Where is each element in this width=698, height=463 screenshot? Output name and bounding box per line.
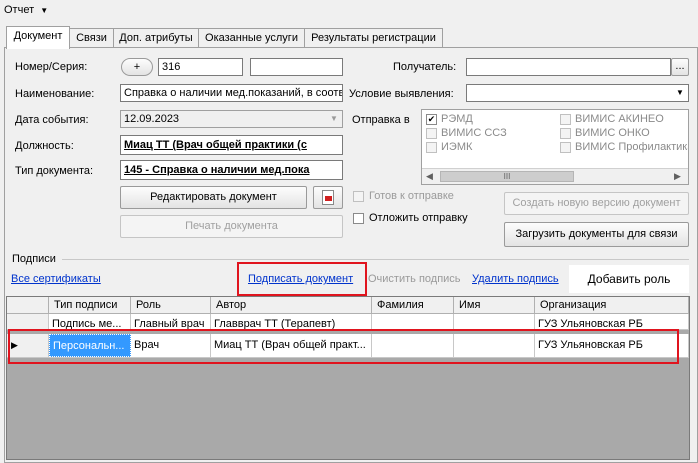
pdf-export-button[interactable]: [313, 186, 343, 209]
position-label: Должность:: [15, 140, 74, 152]
send-target-vimis-prof[interactable]: ВИМИС Профилактика: [560, 141, 688, 153]
print-document-button[interactable]: Печать документа: [120, 215, 343, 238]
menu-bar: Отчет ▼: [0, 0, 698, 22]
add-number-button[interactable]: +: [121, 58, 153, 76]
signatures-divider: [62, 259, 689, 260]
sign-document-link[interactable]: Подписать документ: [248, 273, 353, 285]
send-target-remd[interactable]: ✔ РЭМД: [426, 113, 473, 125]
menu-report-label: Отчет: [4, 4, 35, 16]
send-target-vimis-ssz[interactable]: ВИМИС ССЗ: [426, 127, 507, 139]
row-header-cell: [7, 314, 49, 329]
checkbox-icon: [353, 190, 364, 202]
tab-extra-attributes[interactable]: Доп. атрибуты: [113, 28, 199, 48]
number-label: Номер/Серия:: [15, 61, 88, 73]
position-input[interactable]: Миац ТТ (Врач общей практики (с: [120, 135, 343, 155]
scroll-right-icon[interactable]: ▶: [674, 171, 681, 182]
clear-signature-link[interactable]: Очистить подпись: [368, 273, 461, 285]
edit-document-button[interactable]: Редактировать документ: [120, 186, 307, 209]
series-input[interactable]: [250, 58, 343, 76]
checkbox-icon: [560, 127, 571, 139]
recipient-label: Получатель:: [393, 61, 457, 73]
column-header-first-name[interactable]: Имя: [454, 297, 535, 314]
postpone-send-checkbox[interactable]: Отложить отправку: [353, 212, 468, 224]
cell-signature-type[interactable]: Подпись ме...: [49, 314, 131, 329]
cell-last-name[interactable]: [372, 314, 454, 329]
checkbox-icon: [426, 127, 437, 139]
table-row-selected[interactable]: ▶ Персональн... Врач Миац ТТ (Врач общей…: [7, 334, 689, 358]
doc-type-input[interactable]: 145 - Справка о наличии мед.пока: [120, 160, 343, 180]
row-header-cell: ▶: [7, 334, 49, 357]
send-target-vimis-onko[interactable]: ВИМИС ОНКО: [560, 127, 650, 139]
cell-role[interactable]: Врач: [131, 334, 211, 357]
create-version-button[interactable]: Создать новую версию документ: [504, 192, 689, 215]
pdf-document-icon: [322, 190, 334, 205]
cell-role[interactable]: Главный врач: [131, 314, 211, 329]
event-date-label: Дата события:: [15, 114, 89, 126]
column-header-author[interactable]: Автор: [211, 297, 372, 314]
horizontal-scrollbar[interactable]: ◀ III ▶: [422, 168, 688, 184]
recipient-input[interactable]: [466, 58, 671, 76]
doc-type-label: Тип документа:: [15, 165, 94, 177]
tab-registration-results[interactable]: Результаты регистрации: [304, 28, 443, 48]
column-header-signature-type[interactable]: Тип подписи: [49, 297, 131, 314]
current-row-arrow-icon: ▶: [11, 340, 18, 350]
tab-services[interactable]: Оказанные услуги: [198, 28, 305, 48]
send-target-iemk[interactable]: ИЭМК: [426, 141, 472, 153]
ready-to-send-checkbox[interactable]: Готов к отправке: [353, 190, 454, 202]
tab-document[interactable]: Документ: [6, 26, 70, 49]
chevron-down-icon: ▼: [676, 88, 684, 97]
cell-first-name[interactable]: [454, 334, 535, 357]
chevron-down-icon: ▼: [40, 6, 49, 15]
name-label: Наименование:: [15, 88, 95, 100]
condition-label: Условие выявления:: [349, 88, 454, 100]
send-target-vimis-akineo[interactable]: ВИМИС АКИНЕО: [560, 113, 664, 125]
cell-author[interactable]: Миац ТТ (Врач общей практ...: [211, 334, 372, 357]
all-certificates-link[interactable]: Все сертификаты: [11, 273, 101, 285]
send-targets-list: ✔ РЭМД ВИМИС АКИНЕО ВИМИС ССЗ ВИМИС ОНКО…: [421, 109, 689, 185]
checkbox-icon: [560, 141, 571, 153]
scroll-thumb[interactable]: III: [440, 171, 574, 182]
delete-signature-link[interactable]: Удалить подпись: [472, 273, 559, 285]
scroll-left-icon[interactable]: ◀: [426, 171, 433, 182]
plus-icon: +: [133, 61, 141, 73]
checkbox-checked-icon: ✔: [426, 113, 437, 125]
event-date-value: 12.09.2023: [124, 113, 180, 125]
condition-select[interactable]: ▼: [466, 84, 689, 102]
menu-report[interactable]: Отчет ▼: [4, 4, 48, 16]
number-input[interactable]: 316: [158, 58, 243, 76]
cell-author[interactable]: Главврач ТТ (Терапевт): [211, 314, 372, 329]
cell-last-name[interactable]: [372, 334, 454, 357]
checkbox-icon: [560, 113, 571, 125]
column-header-last-name[interactable]: Фамилия: [372, 297, 454, 314]
cell-signature-type[interactable]: Персональн...: [49, 334, 131, 357]
cell-first-name[interactable]: [454, 314, 535, 329]
cell-organization[interactable]: ГУЗ Ульяновская РБ: [535, 314, 689, 329]
cell-organization[interactable]: ГУЗ Ульяновская РБ: [535, 334, 689, 357]
chevron-down-icon: ▼: [330, 114, 338, 123]
signatures-grid: Тип подписи Роль Автор Фамилия Имя Орган…: [6, 296, 690, 460]
table-row[interactable]: Подпись ме... Главный врач Главврач ТТ (…: [7, 314, 689, 330]
send-to-label: Отправка в: [352, 114, 410, 126]
add-role-button[interactable]: Добавить роль: [569, 265, 689, 293]
column-header-role[interactable]: Роль: [131, 297, 211, 314]
signatures-group-label: Подписи: [12, 253, 56, 265]
checkbox-icon: [353, 212, 364, 224]
tab-links[interactable]: Связи: [69, 28, 114, 48]
name-input[interactable]: Справка о наличии мед.показаний, в соотв…: [120, 84, 343, 102]
column-header-organization[interactable]: Организация: [535, 297, 689, 314]
upload-documents-button[interactable]: Загрузить документы для связи: [504, 222, 689, 247]
grid-corner-header: [7, 297, 49, 314]
recipient-browse-button[interactable]: ...: [671, 58, 689, 76]
ellipsis-icon: ...: [675, 60, 685, 72]
checkbox-icon: [426, 141, 437, 153]
event-date-input[interactable]: 12.09.2023 ▼: [120, 110, 343, 128]
